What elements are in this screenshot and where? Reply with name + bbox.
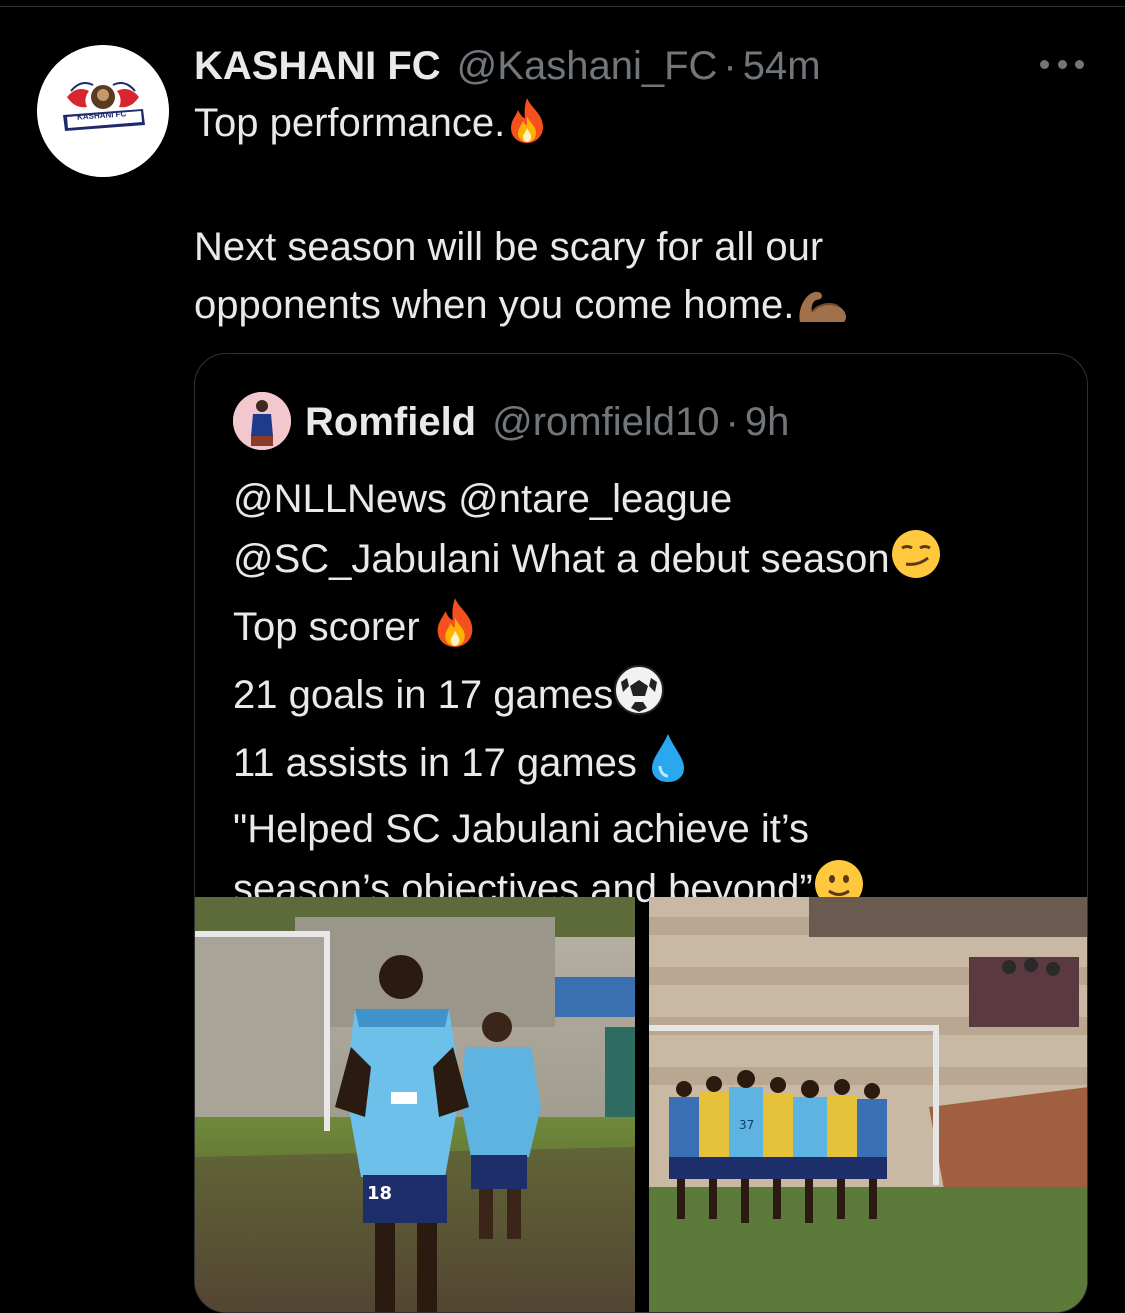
quoted-line: 21 goals in 17 games bbox=[233, 664, 942, 732]
quoted-author-avatar[interactable] bbox=[233, 392, 291, 450]
more-options-icon[interactable] bbox=[1040, 56, 1084, 72]
team-huddle-photo[interactable]: 37 bbox=[649, 897, 1087, 1312]
tweet-line: Next season will be scary for all our bbox=[194, 225, 824, 269]
separator-dot: · bbox=[723, 44, 737, 88]
tweet-line: Top performance. bbox=[194, 94, 1074, 160]
author-avatar[interactable]: KASHANI FC bbox=[37, 45, 169, 177]
flexed-biceps-emoji-icon bbox=[794, 284, 850, 342]
top-divider bbox=[0, 6, 1125, 7]
quoted-author-name[interactable]: Romfield bbox=[305, 400, 476, 445]
quoted-line: @NLLNews @ntare_league bbox=[233, 477, 733, 521]
quoted-tweet-timestamp[interactable]: 9h bbox=[745, 400, 790, 445]
soccer-ball-emoji-icon bbox=[613, 664, 665, 732]
tweet-header: KASHANI FC @Kashani_FC · 54m bbox=[194, 38, 821, 94]
quoted-line: "Helped SC Jabulani achieve it’s bbox=[233, 807, 810, 851]
jersey-number-label: 18 bbox=[367, 1183, 392, 1204]
person-avatar-icon bbox=[233, 392, 291, 450]
smirking-face-emoji-icon bbox=[890, 528, 942, 596]
author-handle[interactable]: @Kashani_FC bbox=[457, 38, 718, 94]
separator-dot: · bbox=[725, 399, 739, 444]
quoted-line: 11 assists in 17 games bbox=[233, 732, 942, 800]
quoted-line: @SC_Jabulani What a debut season bbox=[233, 528, 942, 596]
tweet-line: opponents when you come home. bbox=[194, 276, 1074, 342]
quoted-tweet-body: @NLLNews @ntare_league @SC_Jabulani What… bbox=[233, 470, 942, 926]
quoted-line: Top scorer bbox=[233, 596, 942, 664]
player-celebration-photo[interactable]: 18 bbox=[195, 897, 635, 1312]
quoted-tweet-header: Romfield @romfield10 · 9h bbox=[305, 396, 789, 448]
fire-emoji-icon bbox=[505, 96, 549, 160]
tweet-body: Top performance. Next season will be sca… bbox=[194, 94, 1074, 342]
fire-emoji-icon bbox=[431, 596, 479, 664]
quoted-author-handle[interactable]: @romfield10 bbox=[492, 400, 719, 445]
jersey-number-label: 37 bbox=[739, 1118, 754, 1132]
tweet-timestamp[interactable]: 54m bbox=[743, 38, 821, 94]
droplet-emoji-icon bbox=[648, 732, 688, 800]
author-name[interactable]: KASHANI FC bbox=[194, 38, 441, 94]
quoted-tweet-card[interactable]: Romfield @romfield10 · 9h @NLLNews @ntar… bbox=[194, 353, 1088, 1313]
